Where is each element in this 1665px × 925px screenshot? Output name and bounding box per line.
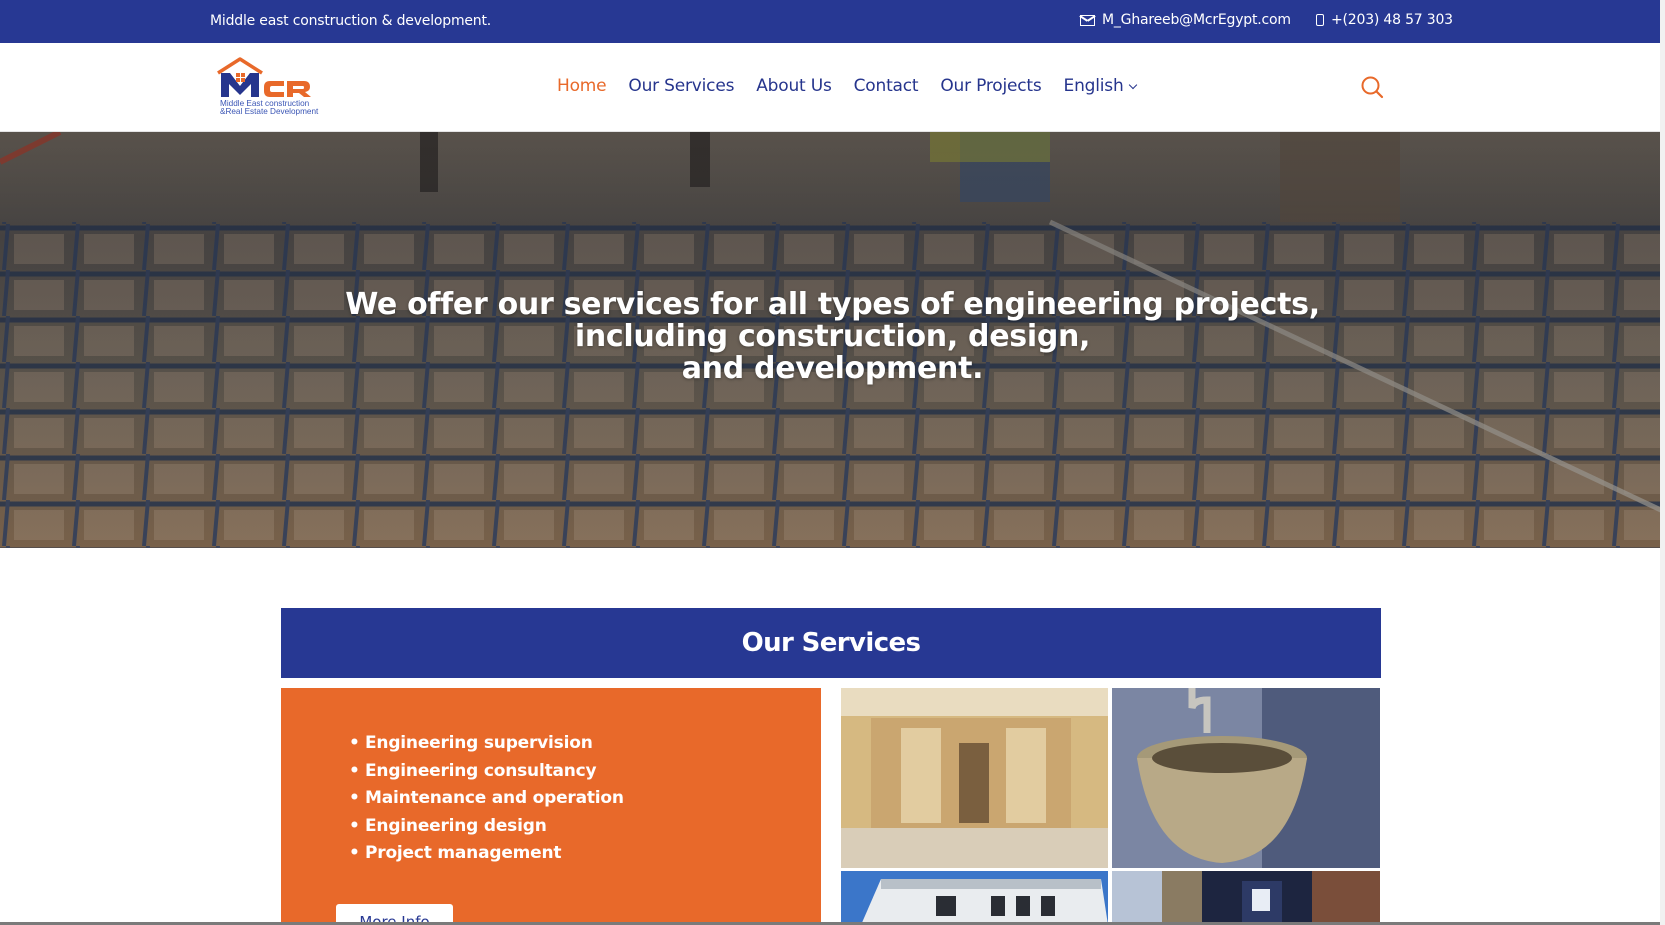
phone-icon (1316, 14, 1324, 26)
service-item: Engineering design (349, 813, 624, 841)
interior-room-image[interactable] (841, 688, 1108, 868)
services-panel: Engineering supervision Engineering cons… (281, 688, 821, 925)
hero-banner: We offer our services for all types of e… (0, 132, 1665, 548)
mcr-logo[interactable]: Middle East construction &Real Estate De… (212, 53, 324, 119)
hero-line-1: We offer our services for all types of e… (345, 287, 1320, 322)
service-item: Project management (349, 840, 624, 868)
tagline: Middle east construction & development. (210, 13, 492, 29)
services-section-title: Our Services (281, 608, 1381, 678)
service-item: Engineering consultancy (349, 758, 624, 786)
phone-contact[interactable]: +(203) 48 57 303 (1316, 12, 1453, 28)
nav-contact[interactable]: Contact (854, 76, 919, 96)
main-nav: Home Our Services About Us Contact Our P… (557, 76, 1137, 96)
nav-our-services[interactable]: Our Services (628, 76, 734, 96)
mail-icon (1080, 14, 1095, 26)
email-contact[interactable]: M_Ghareeb@McrEgypt.com (1080, 12, 1291, 28)
language-label: English (1063, 76, 1124, 96)
top-bar: Middle east construction & development. … (0, 0, 1665, 43)
building-exterior-image[interactable] (841, 871, 1108, 925)
interior-hallway-image[interactable] (1112, 871, 1380, 925)
hero-line-3: and development. (681, 351, 984, 386)
chevron-down-icon (1128, 80, 1137, 90)
service-item: Engineering supervision (349, 730, 624, 758)
nav-about-us[interactable]: About Us (756, 76, 832, 96)
search-icon[interactable] (1360, 75, 1384, 99)
services-list: Engineering supervision Engineering cons… (349, 730, 624, 868)
vertical-scrollbar[interactable] (1660, 0, 1665, 925)
sink-basin-image[interactable] (1112, 688, 1380, 868)
nav-home[interactable]: Home (557, 76, 607, 96)
email-address[interactable]: M_Ghareeb@McrEgypt.com (1102, 12, 1291, 28)
phone-number[interactable]: +(203) 48 57 303 (1331, 12, 1453, 28)
hero-line-2: including construction, design, (574, 319, 1091, 354)
hero-headline: We offer our services for all types of e… (0, 289, 1665, 385)
service-item: Maintenance and operation (349, 785, 624, 813)
logo-subtitle-2: &Real Estate Development (220, 107, 319, 116)
site-header: Middle East construction &Real Estate De… (0, 43, 1665, 132)
language-dropdown[interactable]: English (1063, 76, 1137, 96)
nav-our-projects[interactable]: Our Projects (940, 76, 1041, 96)
